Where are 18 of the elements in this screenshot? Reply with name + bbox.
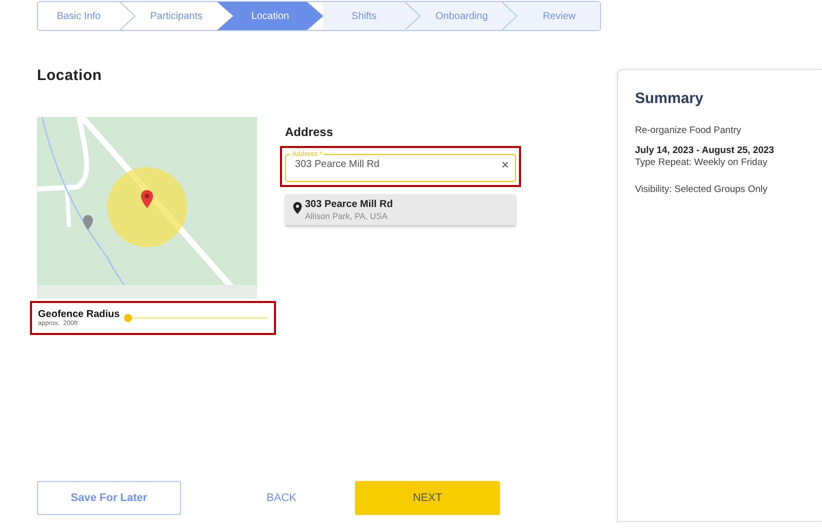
step-tab[interactable]: Location xyxy=(217,2,324,30)
section-label: Address xyxy=(285,124,334,140)
summary-text: Re-organize Food Pantry xyxy=(635,124,742,137)
summary-title: Summary xyxy=(635,89,704,109)
suggestion-subtitle: Allison Park, PA, USA xyxy=(305,210,389,221)
slider-thumb[interactable] xyxy=(124,314,132,322)
location-pin-icon xyxy=(293,202,302,214)
page-heading: Location xyxy=(37,66,103,86)
clear-button[interactable]: × xyxy=(501,158,509,170)
summary-text: Type Repeat: Weekly on Friday xyxy=(635,157,768,170)
next-button[interactable]: NEXT xyxy=(355,481,500,515)
slider-label: Geofence Radius xyxy=(38,308,120,320)
back-button[interactable]: BACK xyxy=(210,481,353,515)
suggestion-item[interactable]: 303 Pearce Mill Rd Allison Park, PA, USA xyxy=(285,194,516,225)
date-range: July 14, 2023 - August 25, 2023 xyxy=(635,144,776,158)
summary-text: Visibility: Selected Groups Only xyxy=(635,184,768,196)
save-button[interactable]: Save For Later xyxy=(37,481,181,515)
suggestion-title: 303 Pearce Mill Rd xyxy=(305,198,393,210)
